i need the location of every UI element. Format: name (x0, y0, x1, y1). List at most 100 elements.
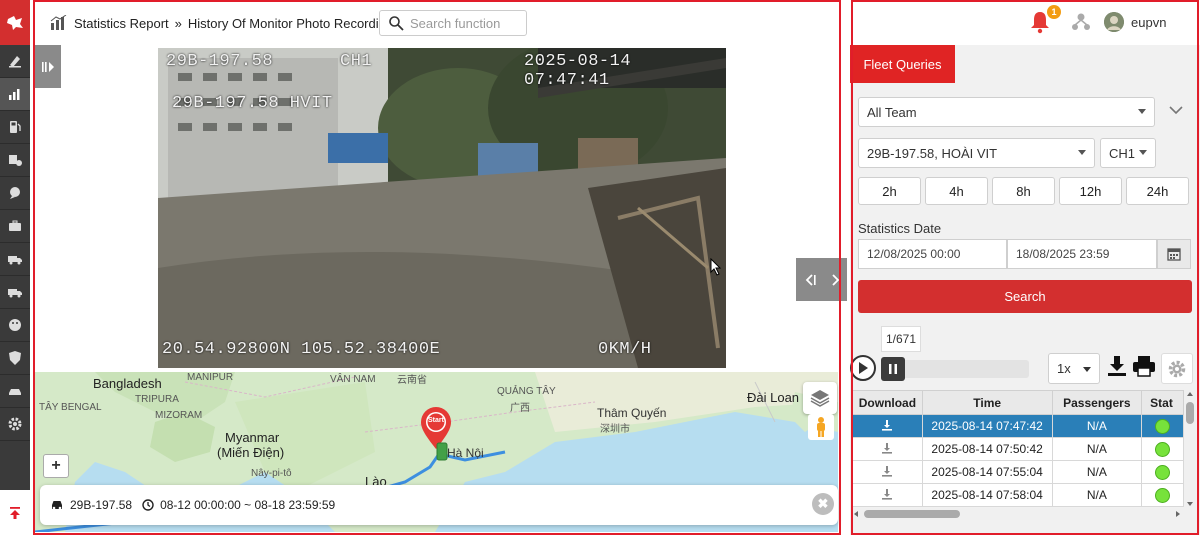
app-root: Statistics Report » History Of Monitor P… (0, 0, 1200, 535)
mouse-cursor-icon (710, 258, 722, 276)
row-download-cell[interactable] (852, 414, 923, 438)
map-label-mizoram: MIZORAM (155, 410, 203, 421)
table-row[interactable]: 2025-08-14 07:47:42 N/A (852, 414, 1184, 438)
nav-statistics-icon[interactable] (0, 78, 30, 111)
vehicle-select-value: 29B-197.58, HOÀI VIT (867, 145, 998, 161)
pause-icon (889, 364, 897, 374)
nav-settings-icon[interactable] (0, 408, 30, 441)
map-label-van-nam: VÂN NAM (330, 374, 376, 385)
search-input[interactable] (410, 15, 520, 31)
range-4h-button[interactable]: 4h (925, 177, 988, 205)
column-header-passengers[interactable]: Passengers (1051, 390, 1143, 415)
layers-icon (810, 390, 830, 407)
status-ok-icon (1155, 418, 1171, 434)
row-download-cell[interactable] (852, 483, 923, 507)
close-info-button[interactable]: ✖ (812, 493, 834, 515)
nav-palette-icon[interactable] (0, 309, 30, 342)
row-download-cell[interactable] (852, 437, 923, 461)
table-vertical-scrollbar[interactable] (1184, 390, 1196, 508)
map-label-bangladesh: Bangladesh (93, 376, 162, 391)
nav-truck-alt-icon[interactable] (0, 276, 30, 309)
expand-panel-button[interactable] (34, 45, 61, 88)
vehicle-marker-icon[interactable] (434, 442, 450, 462)
breadcrumb-section[interactable]: Statistics Report (74, 16, 169, 31)
column-header-download[interactable]: Download (852, 390, 923, 415)
scroll-down-icon (1187, 502, 1193, 506)
osd-channel: CH1 (340, 52, 373, 71)
calendar-icon (1167, 248, 1181, 261)
previous-photo-button[interactable] (796, 258, 823, 301)
range-2h-button[interactable]: 2h (858, 177, 921, 205)
map-layers-button[interactable] (803, 382, 837, 414)
scroll-top-icon[interactable] (0, 490, 30, 535)
row-status (1141, 437, 1184, 461)
range-8h-button[interactable]: 8h (992, 177, 1055, 205)
range-12h-button[interactable]: 12h (1059, 177, 1122, 205)
column-header-status[interactable]: Stat (1141, 390, 1184, 415)
play-button[interactable] (850, 355, 876, 381)
chevron-left-bar-icon (805, 273, 816, 286)
chevron-right-icon (832, 273, 840, 286)
table-row[interactable]: 2025-08-14 07:50:42 N/A (852, 437, 1184, 461)
map-label-tay-bengal: TÂY BENGAL (39, 402, 102, 413)
progress-handle[interactable] (881, 357, 905, 381)
next-photo-button[interactable] (823, 258, 847, 301)
row-time: 2025-08-14 07:58:04 (921, 483, 1053, 507)
playback-speed-select[interactable]: 1x (1048, 353, 1100, 384)
status-ok-icon (1155, 464, 1171, 480)
scroll-thumb (864, 510, 960, 518)
app-logo[interactable] (0, 0, 30, 45)
table-row[interactable]: 2025-08-14 07:55:04 N/A (852, 460, 1184, 484)
map-label-manipur: MANIPUR (187, 372, 234, 383)
breadcrumb: Statistics Report » History Of Monitor P… (50, 10, 393, 36)
row-status (1141, 414, 1184, 438)
team-select[interactable]: All Team (858, 97, 1155, 127)
nav-shield-icon[interactable] (0, 342, 30, 375)
download-icon (882, 442, 893, 454)
tab-fleet-queries[interactable]: Fleet Queries (850, 45, 955, 83)
date-from-input[interactable]: 12/08/2025 00:00 (858, 239, 1007, 269)
scroll-right-icon (1176, 511, 1180, 517)
row-time: 2025-08-14 07:55:04 (921, 460, 1053, 484)
vehicle-select[interactable]: 29B-197.58, HOÀI VIT (858, 138, 1095, 168)
username[interactable]: eupvn (1131, 15, 1166, 30)
caret-down-icon (1083, 367, 1091, 372)
date-to-input[interactable]: 18/08/2025 23:59 (1007, 239, 1157, 269)
download-all-icon[interactable] (1106, 355, 1128, 377)
chevron-down-icon[interactable] (1168, 104, 1184, 116)
table-row[interactable]: 2025-08-14 07:58:04 N/A (852, 483, 1184, 507)
avatar[interactable] (1104, 12, 1124, 32)
function-search[interactable] (379, 10, 527, 36)
nav-vehicle-config-icon[interactable] (0, 144, 30, 177)
column-header-time[interactable]: Time (921, 390, 1053, 415)
map-label-guangxi: 广西 (510, 403, 530, 414)
nav-briefcase-icon[interactable] (0, 210, 30, 243)
pegman-icon (817, 417, 825, 437)
report-chart-icon (50, 15, 67, 30)
logo-icon (7, 15, 23, 30)
notification-badge: 1 (1047, 5, 1061, 19)
map-label-dai-loan: Đài Loan (747, 390, 800, 405)
street-view-button[interactable] (808, 414, 834, 440)
nav-chat-icon[interactable] (0, 177, 30, 210)
calendar-button[interactable] (1157, 239, 1191, 269)
nav-fuel-icon[interactable] (0, 111, 30, 144)
route-time-range: 08-12 00:00:00 ~ 08-18 23:59:59 (160, 498, 336, 512)
table-horizontal-scrollbar[interactable] (852, 508, 1192, 520)
nav-car-icon[interactable] (0, 375, 30, 408)
row-download-cell[interactable] (852, 460, 923, 484)
org-users-icon[interactable] (1071, 12, 1091, 32)
caret-down-icon (1138, 109, 1146, 114)
print-icon[interactable] (1132, 355, 1156, 377)
settings-button[interactable] (1161, 353, 1193, 384)
nav-dispatch-icon[interactable] (0, 45, 30, 78)
search-button[interactable]: Search (858, 280, 1192, 313)
download-icon (882, 465, 893, 477)
channel-select[interactable]: CH1 (1100, 138, 1156, 168)
range-24h-button[interactable]: 24h (1126, 177, 1189, 205)
video-frame[interactable]: 29B-197.58 29B-197.58 HVIT CH1 2025-08-1… (158, 48, 726, 368)
map-label-quang-tay: QUẢNG TÂY (497, 386, 556, 397)
status-ok-icon (1155, 441, 1171, 457)
zoom-in-button[interactable]: + (43, 454, 69, 478)
nav-truck-icon[interactable] (0, 243, 30, 276)
